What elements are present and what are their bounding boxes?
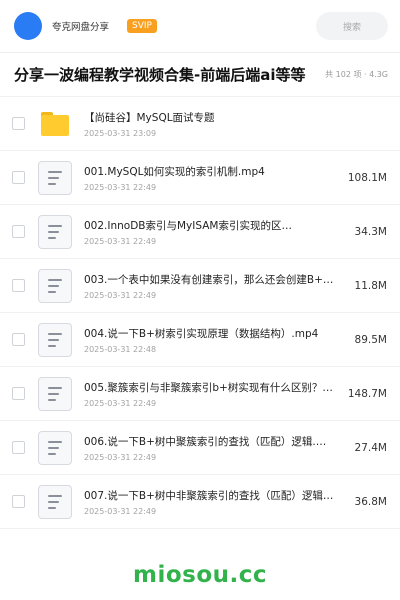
file-name: 006.说一下B+树中聚簇索引的查找（匹配）逻辑.… — [84, 435, 327, 448]
share-title-bar: 分享一波编程教学视频合集-前端后端ai等等 共 102 项 · 4.3G — [0, 53, 400, 97]
file-date: 2025-03-31 22:49 — [84, 506, 157, 516]
list-item[interactable]: 005.聚簇索引与非聚簇索引b+树实现有什么区别？… 2025-03-31 22… — [0, 367, 400, 421]
file-date: 2025-03-31 22:49 — [84, 182, 157, 192]
file-date: 2025-03-31 23:09 — [84, 128, 157, 138]
avatar[interactable] — [14, 12, 42, 40]
row-checkbox[interactable] — [12, 441, 25, 454]
video-file-icon — [38, 430, 72, 465]
row-checkbox[interactable] — [12, 333, 25, 346]
list-item[interactable]: 002.InnoDB索引与MyISAM索引实现的区… 2025-03-31 22… — [0, 205, 400, 259]
row-checkbox[interactable] — [12, 117, 25, 130]
file-name: 002.InnoDB索引与MyISAM索引实现的区… — [84, 219, 292, 232]
site-name: 夸克网盘分享 — [52, 22, 110, 33]
search-button[interactable]: 搜索 — [316, 12, 388, 40]
file-name: 003.一个表中如果没有创建索引，那么还会创建B+… — [84, 273, 334, 286]
file-name: 001.MySQL如何实现的索引机制.mp4 — [84, 165, 265, 178]
page-title: 分享一波编程教学视频合集-前端后端ai等等 — [14, 66, 306, 84]
row-checkbox[interactable] — [12, 495, 25, 508]
svip-badge: SVIP — [127, 19, 157, 33]
file-date: 2025-03-31 22:49 — [84, 452, 157, 462]
video-file-icon — [38, 484, 72, 519]
video-file-icon — [38, 214, 72, 249]
file-date: 2025-03-31 22:49 — [84, 398, 157, 408]
list-item[interactable]: 007.说一下B+树中非聚簇索引的查找（匹配）逻辑… 2025-03-31 22… — [0, 475, 400, 529]
list-item[interactable]: 003.一个表中如果没有创建索引，那么还会创建B+… 2025-03-31 22… — [0, 259, 400, 313]
list-item[interactable]: 004.说一下B+树索引实现原理（数据结构）.mp4 2025-03-31 22… — [0, 313, 400, 367]
top-bar: 夸克网盘分享 SVIP 搜索 — [0, 0, 400, 53]
search-placeholder: 搜索 — [342, 22, 361, 33]
row-checkbox[interactable] — [12, 387, 25, 400]
file-name: 【尚硅谷】MySQL面试专题 — [84, 111, 215, 124]
video-file-icon — [38, 160, 72, 195]
file-size: 11.8M — [354, 279, 387, 292]
file-size: 148.7M — [347, 387, 387, 400]
file-date: 2025-03-31 22:48 — [84, 344, 157, 354]
list-item[interactable]: 【尚硅谷】MySQL面试专题 2025-03-31 23:09 — [0, 97, 400, 151]
file-size: 27.4M — [354, 441, 387, 454]
row-checkbox[interactable] — [12, 171, 25, 184]
file-date: 2025-03-31 22:49 — [84, 290, 157, 300]
file-date: 2025-03-31 22:49 — [84, 236, 157, 246]
video-file-icon — [38, 322, 72, 357]
file-size: 108.1M — [347, 171, 387, 184]
file-name: 007.说一下B+树中非聚簇索引的查找（匹配）逻辑… — [84, 489, 334, 502]
video-file-icon — [38, 268, 72, 303]
file-size: 89.5M — [354, 333, 387, 346]
video-file-icon — [38, 376, 72, 411]
file-size: 36.8M — [354, 495, 387, 508]
row-checkbox[interactable] — [12, 225, 25, 238]
watermark: miosou.cc — [132, 562, 268, 588]
share-meta: 共 102 项 · 4.3G — [325, 70, 388, 79]
row-checkbox[interactable] — [12, 279, 25, 292]
list-item[interactable]: 006.说一下B+树中聚簇索引的查找（匹配）逻辑.… 2025-03-31 22… — [0, 421, 400, 475]
file-list: 【尚硅谷】MySQL面试专题 2025-03-31 23:09 001.MySQ… — [0, 97, 400, 529]
file-name: 004.说一下B+树索引实现原理（数据结构）.mp4 — [84, 327, 319, 340]
file-size: 34.3M — [354, 225, 387, 238]
file-name: 005.聚簇索引与非聚簇索引b+树实现有什么区别？… — [84, 381, 333, 394]
folder-icon — [38, 107, 72, 141]
list-item[interactable]: 001.MySQL如何实现的索引机制.mp4 2025-03-31 22:49 … — [0, 151, 400, 205]
